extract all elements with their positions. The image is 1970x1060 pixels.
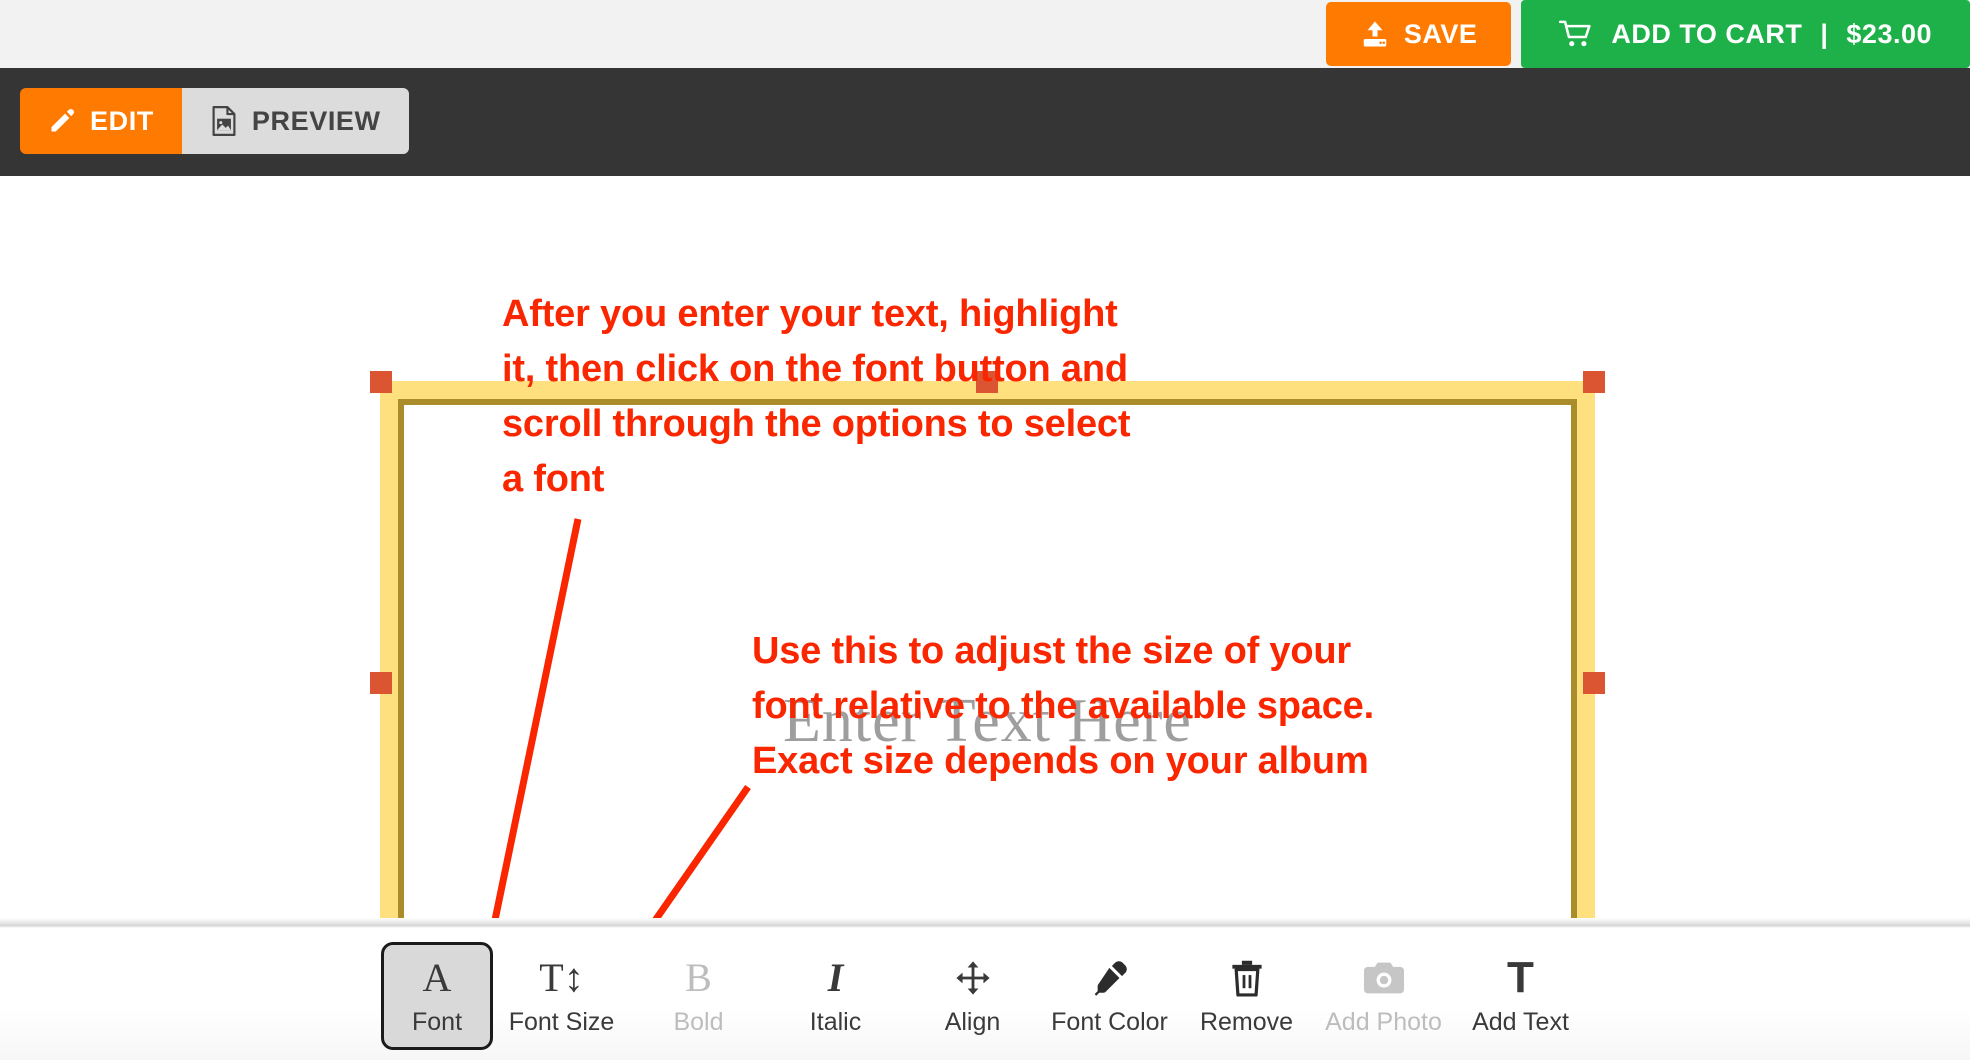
tab-preview[interactable]: PREVIEW: [181, 88, 409, 154]
annotation-size-instructions: Use this to adjust the size of your font…: [752, 630, 1374, 782]
font-letter-icon: A: [422, 955, 452, 1000]
tool-font-size-label: Font Size: [508, 1008, 615, 1036]
tool-add-text[interactable]: T Add Text: [1452, 942, 1589, 1047]
tool-italic[interactable]: I Italic: [767, 942, 904, 1047]
bold-icon: B: [685, 955, 712, 1000]
move-align-icon: [954, 954, 992, 1002]
tab-preview-label: PREVIEW: [251, 105, 381, 136]
tool-italic-label: Italic: [809, 1008, 862, 1036]
italic-icon: I: [827, 955, 844, 1000]
tool-font-size[interactable]: T↕ Font Size: [493, 942, 630, 1047]
resize-handle-top-right[interactable]: [1583, 371, 1605, 393]
mode-tab-group: EDIT PREVIEW: [20, 88, 409, 154]
tool-add-photo-label: Add Photo: [1325, 1008, 1442, 1036]
tool-bold[interactable]: B Bold: [630, 942, 767, 1047]
tab-edit[interactable]: EDIT: [20, 88, 182, 154]
tool-add-photo[interactable]: Add Photo: [1315, 942, 1452, 1047]
cart-price: $23.00: [1846, 18, 1932, 49]
editor-app: SAVE ADD TO CART | $23.00 EDIT PREVIEW E…: [0, 0, 1970, 1060]
mode-tab-bar: EDIT PREVIEW: [0, 68, 1970, 176]
annotation-font-instructions: After you enter your text, highlight it,…: [502, 293, 1131, 500]
add-to-cart-label: ADD TO CART: [1611, 18, 1803, 49]
resize-handle-top-left[interactable]: [370, 371, 392, 393]
resize-handle-middle-right[interactable]: [1583, 672, 1605, 694]
save-button[interactable]: SAVE: [1325, 2, 1512, 66]
tool-font-color[interactable]: Font Color: [1041, 942, 1178, 1047]
tool-list: A Font T↕ Font Size B Bold I Italic Alig…: [381, 942, 1589, 1050]
text-tools-toolbar: A Font T↕ Font Size B Bold I Italic Alig…: [0, 928, 1970, 1060]
save-button-label: SAVE: [1403, 18, 1478, 49]
shopping-cart-icon: [1559, 19, 1593, 49]
tool-align-label: Align: [944, 1008, 1001, 1036]
resize-handle-middle-left[interactable]: [370, 672, 392, 694]
tool-font-label: Font: [411, 1008, 463, 1036]
font-size-icon: T↕: [539, 955, 584, 1000]
top-action-buttons: SAVE ADD TO CART | $23.00: [1325, 0, 1970, 68]
tool-font-color-label: Font Color: [1051, 1008, 1168, 1036]
tool-font[interactable]: A Font: [381, 942, 493, 1050]
upload-icon: [1360, 19, 1390, 49]
tool-remove-label: Remove: [1199, 1008, 1294, 1036]
toolbar-separator: [0, 918, 1970, 928]
top-action-bar: SAVE ADD TO CART | $23.00: [0, 0, 1970, 68]
tool-remove[interactable]: Remove: [1178, 942, 1315, 1047]
pencil-icon: [48, 107, 76, 135]
eyedropper-icon: [1091, 954, 1129, 1002]
add-text-icon: T: [1507, 953, 1534, 1002]
tool-add-text-label: Add Text: [1472, 1008, 1569, 1036]
camera-icon: [1363, 954, 1405, 1002]
tab-edit-label: EDIT: [90, 105, 154, 136]
tool-bold-label: Bold: [673, 1008, 724, 1036]
tool-align[interactable]: Align: [904, 942, 1041, 1047]
cart-separator: |: [1820, 18, 1829, 49]
trash-icon: [1230, 954, 1264, 1002]
add-to-cart-button[interactable]: ADD TO CART | $23.00: [1521, 0, 1970, 68]
image-icon: [210, 106, 238, 136]
